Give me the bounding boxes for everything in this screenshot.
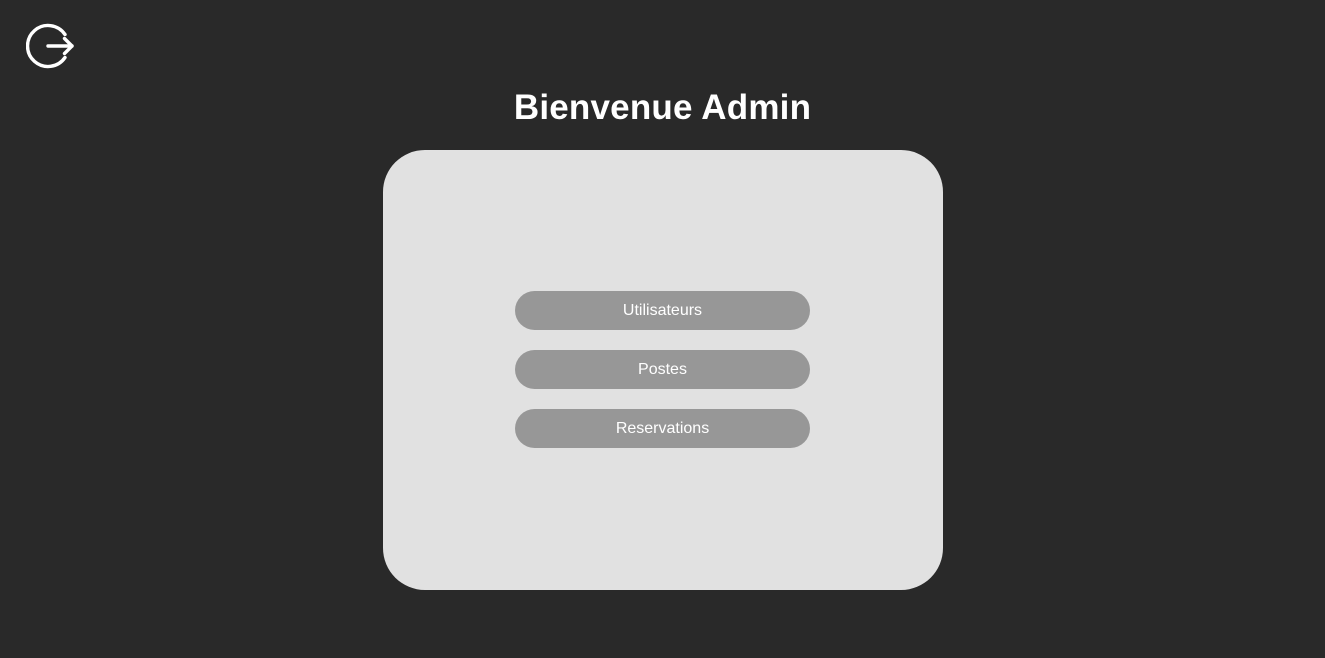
admin-menu: Utilisateurs Postes Reservations	[515, 291, 810, 468]
logout-icon	[26, 23, 74, 69]
admin-dashboard-page: Bienvenue Admin Utilisateurs Postes Rese…	[0, 0, 1325, 658]
page-title: Bienvenue Admin	[513, 88, 812, 127]
reservations-button[interactable]: Reservations	[515, 409, 810, 448]
users-button[interactable]: Utilisateurs	[515, 291, 810, 330]
postes-button[interactable]: Postes	[515, 350, 810, 389]
logout-button[interactable]	[26, 22, 76, 70]
admin-menu-card: Utilisateurs Postes Reservations	[383, 150, 943, 590]
